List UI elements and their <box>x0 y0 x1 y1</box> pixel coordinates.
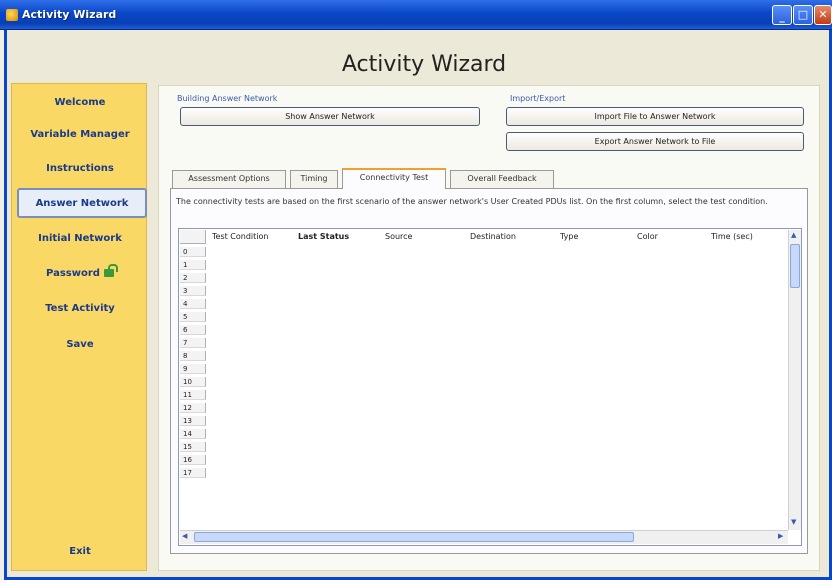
scroll-right-icon[interactable]: ▶ <box>778 532 783 540</box>
column-header-type[interactable]: Type <box>560 232 578 241</box>
export-file-button[interactable]: Export Answer Network to File <box>506 132 804 151</box>
tab-connectivity-test[interactable]: Connectivity Test <box>342 168 446 189</box>
sidebar-item-variable-manager[interactable]: Variable Manager <box>12 127 148 143</box>
sidebar: Welcome Variable Manager Instructions An… <box>11 83 147 571</box>
table-row-header[interactable]: 0 <box>180 247 206 257</box>
table-corner <box>180 230 206 244</box>
show-answer-network-button[interactable]: Show Answer Network <box>180 107 480 126</box>
sidebar-item-instructions[interactable]: Instructions <box>12 161 148 177</box>
sidebar-item-password-label: Password <box>46 268 100 279</box>
import-export-label: Import/Export <box>510 94 566 103</box>
maximize-button[interactable]: □ <box>793 5 813 25</box>
scroll-up-icon[interactable]: ▲ <box>791 231 796 239</box>
table-row-header[interactable]: 2 <box>180 273 206 283</box>
table-row-header[interactable]: 8 <box>180 351 206 361</box>
horizontal-scroll-thumb[interactable] <box>194 532 634 542</box>
lock-icon <box>103 264 118 277</box>
building-answer-network-label: Building Answer Network <box>177 94 278 103</box>
sidebar-item-welcome[interactable]: Welcome <box>12 95 148 111</box>
window-title: Activity Wizard <box>22 8 117 21</box>
column-header-test-condition[interactable]: Test Condition <box>212 232 268 241</box>
maximize-icon: □ <box>797 8 809 21</box>
table-row-header[interactable]: 5 <box>180 312 206 322</box>
sidebar-item-password[interactable]: Password <box>12 264 148 282</box>
tab-overall-feedback[interactable]: Overall Feedback <box>450 170 554 188</box>
column-header-time[interactable]: Time (sec) <box>711 232 753 241</box>
table-row-header[interactable]: 11 <box>180 390 206 400</box>
page-title: Activity Wizard <box>341 52 507 77</box>
table-row-header[interactable]: 7 <box>180 338 206 348</box>
column-header-source[interactable]: Source <box>385 232 412 241</box>
sidebar-item-save[interactable]: Save <box>12 337 148 353</box>
scroll-left-icon[interactable]: ◀ <box>182 532 187 540</box>
table-row-header[interactable]: 6 <box>180 325 206 335</box>
connectivity-table[interactable] <box>178 228 802 546</box>
sidebar-item-exit[interactable]: Exit <box>12 544 148 560</box>
table-row-header[interactable]: 3 <box>180 286 206 296</box>
table-row-header[interactable]: 1 <box>180 260 206 270</box>
table-row-header[interactable]: 15 <box>180 442 206 452</box>
table-row-header[interactable]: 17 <box>180 468 206 478</box>
tab-assessment-options[interactable]: Assessment Options <box>172 170 286 188</box>
table-row-header[interactable]: 12 <box>180 403 206 413</box>
table-row-header[interactable]: 9 <box>180 364 206 374</box>
close-button[interactable]: ✕ <box>814 5 832 25</box>
table-row-header[interactable]: 10 <box>180 377 206 387</box>
tab-timing[interactable]: Timing <box>290 170 338 188</box>
sidebar-item-test-activity[interactable]: Test Activity <box>12 301 148 317</box>
column-header-color[interactable]: Color <box>637 232 658 241</box>
column-header-last-status[interactable]: Last Status <box>298 232 349 241</box>
app-icon <box>6 9 18 21</box>
minimize-button[interactable]: _ <box>772 5 792 25</box>
vertical-scroll-thumb[interactable] <box>790 244 800 288</box>
sidebar-item-initial-network[interactable]: Initial Network <box>12 231 148 247</box>
column-header-destination[interactable]: Destination <box>470 232 516 241</box>
import-file-button[interactable]: Import File to Answer Network <box>506 107 804 126</box>
connectivity-description: The connectivity tests are based on the … <box>176 197 768 206</box>
table-row-header[interactable]: 14 <box>180 429 206 439</box>
table-row-header[interactable]: 16 <box>180 455 206 465</box>
minimize-icon: _ <box>779 10 785 23</box>
sidebar-item-answer-network[interactable]: Answer Network <box>17 188 147 218</box>
scroll-down-icon[interactable]: ▼ <box>791 518 796 526</box>
close-icon: ✕ <box>818 8 828 21</box>
table-row-header[interactable]: 4 <box>180 299 206 309</box>
table-row-header[interactable]: 13 <box>180 416 206 426</box>
title-bar: Activity Wizard _ □ ✕ <box>0 0 832 30</box>
